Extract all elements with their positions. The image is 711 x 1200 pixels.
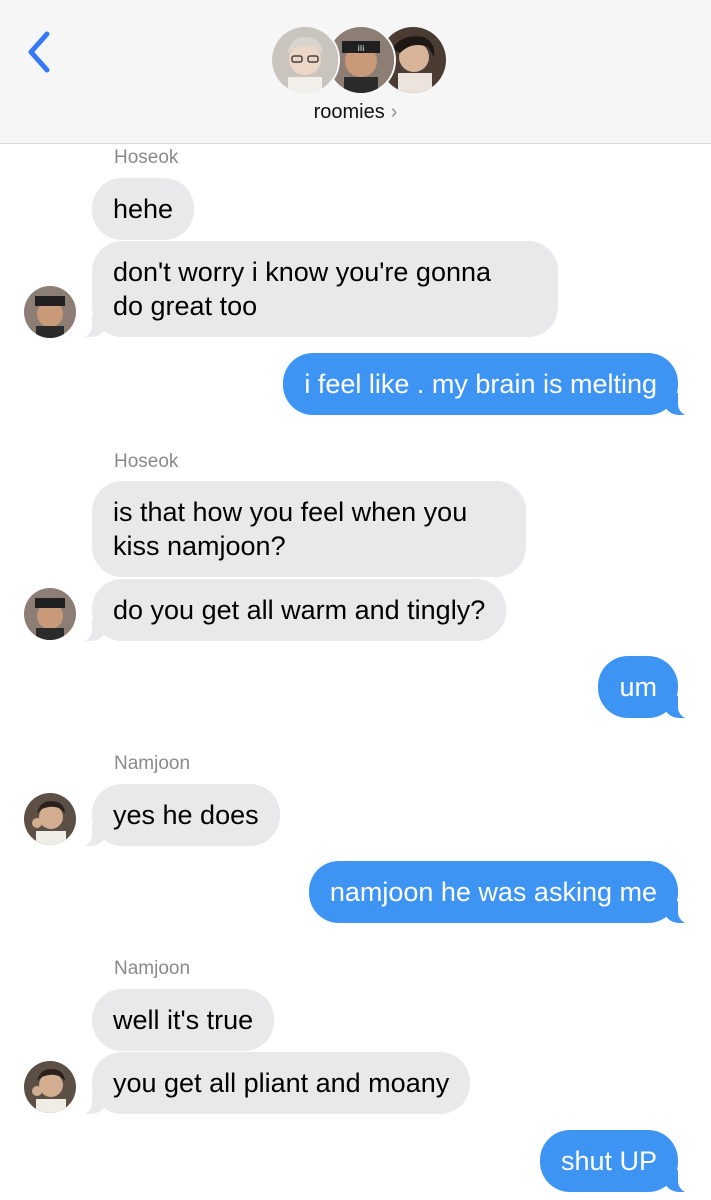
- message-text: shut UP: [560, 1146, 657, 1176]
- incoming-message[interactable]: is that how you feel when you kiss namjo…: [92, 481, 526, 577]
- message-text: is that how you feel when you: [113, 497, 468, 527]
- avatar-hoseok[interactable]: [24, 286, 76, 338]
- outgoing-message[interactable]: i feel like . my brain is melting: [283, 353, 694, 416]
- incoming-message[interactable]: you get all pliant and moany: [75, 1052, 471, 1115]
- group-avatars[interactable]: ili: [270, 25, 448, 95]
- message-text: well it's true: [113, 1005, 254, 1035]
- sender-name: Namjoon: [114, 753, 191, 774]
- message-text-line2: do great too: [113, 291, 258, 321]
- conversation-header: ili roomies ›: [0, 0, 711, 144]
- avatar-hoseok[interactable]: [24, 588, 76, 640]
- incoming-message[interactable]: do you get all warm and tingly?: [75, 579, 507, 642]
- svg-text:ili: ili: [358, 44, 365, 53]
- sender-name: Hoseok: [114, 451, 179, 472]
- outgoing-message[interactable]: um: [598, 656, 694, 719]
- group-name[interactable]: roomies ›: [0, 101, 711, 124]
- group-name-label: roomies: [313, 101, 385, 123]
- sender-name: Hoseok: [114, 147, 179, 168]
- chevron-right-icon: ›: [390, 101, 398, 123]
- message-text: i feel like . my brain is melting: [304, 369, 657, 399]
- message-text: yes he does: [113, 800, 259, 830]
- incoming-message[interactable]: yes he does: [76, 784, 280, 847]
- avatar-namjoon[interactable]: [24, 1061, 76, 1113]
- message-text: namjoon he was asking me: [329, 877, 657, 907]
- chevron-left-icon: [28, 31, 50, 73]
- back-button[interactable]: [22, 28, 58, 76]
- message-text: don't worry i know you're gonna: [113, 257, 492, 287]
- incoming-message[interactable]: well it's true: [92, 989, 275, 1051]
- message-text-line2: kiss namjoon?: [113, 531, 286, 561]
- message-text: um: [619, 672, 657, 702]
- avatar: [270, 25, 340, 95]
- message-text: do you get all warm and tingly?: [113, 595, 486, 625]
- sender-name: Namjoon: [114, 958, 191, 979]
- avatar-namjoon[interactable]: [24, 793, 76, 845]
- message-text: hehe: [113, 194, 174, 224]
- message-text: you get all pliant and moany: [113, 1068, 450, 1098]
- incoming-message[interactable]: don't worry i know you're gonna do great…: [76, 241, 558, 338]
- outgoing-message[interactable]: namjoon he was asking me: [308, 861, 695, 924]
- outgoing-message[interactable]: shut UP: [539, 1130, 695, 1193]
- incoming-message[interactable]: hehe: [92, 178, 195, 240]
